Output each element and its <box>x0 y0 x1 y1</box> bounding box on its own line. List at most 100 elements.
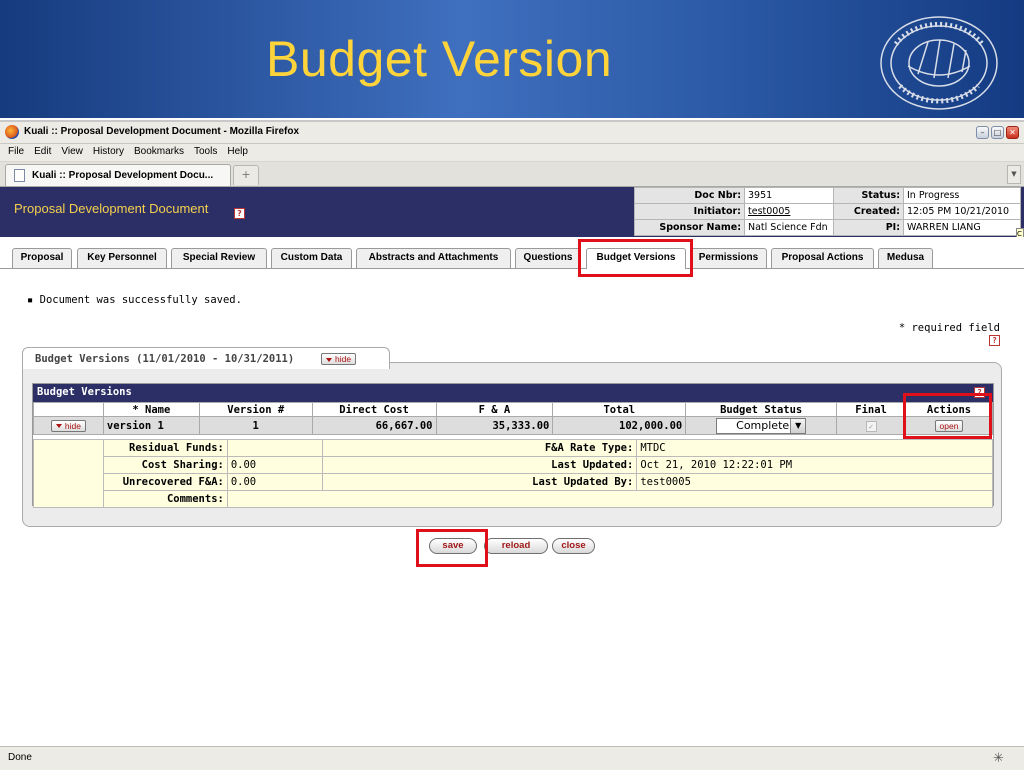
menu-file[interactable]: File <box>4 144 30 161</box>
col-fa: F & A <box>435 402 554 417</box>
required-field-text: * required field <box>898 322 1000 334</box>
created-value: 12:05 PM 10/21/2010 <box>903 203 1021 220</box>
new-tab-button[interactable]: + <box>233 165 259 185</box>
comments-value <box>226 490 994 508</box>
required-help-icon[interactable]: ? <box>989 335 1000 346</box>
rate-type-value: MTDC <box>636 439 993 457</box>
status-value: In Progress <box>903 187 1021 204</box>
slide-header: Budget Version <box>0 0 1024 118</box>
last-updated-by-label: Last Updated By: <box>321 473 638 491</box>
comments-label: Comments: <box>102 490 228 508</box>
col-final: Final <box>836 402 907 417</box>
row-hide-button[interactable]: hide <box>50 419 86 432</box>
col-name: * Name <box>102 402 200 417</box>
pi-value: WARREN LIANG <box>903 219 1021 236</box>
sponsor-label: Sponsor Name: <box>634 219 745 236</box>
required-field-note: * required field ? <box>899 322 1000 346</box>
tab-key-personnel[interactable]: Key Personnel <box>77 248 167 268</box>
table-header-row: * Name Version # Direct Cost F & A Total… <box>33 402 993 417</box>
budget-versions-table-container: Budget Versions ? * Name Version # Direc… <box>32 383 994 508</box>
status-label: Status: <box>833 187 904 204</box>
unrecovered-value: 0.00 <box>226 473 323 491</box>
row-hide-label: hide <box>64 420 81 431</box>
menu-history[interactable]: History <box>89 144 130 161</box>
col-budget-status: Budget Status <box>685 402 838 417</box>
budget-status-select[interactable]: Complete ▼ <box>716 417 807 434</box>
direct-cost: 66,667.00 <box>311 416 437 435</box>
tab-custom-data[interactable]: Custom Data <box>271 248 352 268</box>
inner-header: Budget Versions ? <box>33 384 993 402</box>
residual-funds-value <box>226 439 323 457</box>
initiator-link[interactable]: test0005 <box>748 206 790 217</box>
tab-abstracts-attachments[interactable]: Abstracts and Attachments <box>356 248 511 268</box>
close-window-icon[interactable]: ✕ <box>1006 126 1019 139</box>
menu-help[interactable]: Help <box>223 144 254 161</box>
cost-sharing-value: 0.00 <box>226 456 323 474</box>
col-total: Total <box>552 402 687 417</box>
version-number: 1 <box>198 416 313 435</box>
browser-tab-kuali[interactable]: Kuali :: Proposal Development Docu... <box>5 164 231 186</box>
panel-hide-button[interactable]: hide <box>321 353 357 365</box>
menu-bookmarks[interactable]: Bookmarks <box>130 144 190 161</box>
rate-type-label: F&A Rate Type: <box>321 439 638 457</box>
page-icon <box>14 169 25 182</box>
tab-proposal[interactable]: Proposal <box>12 248 72 268</box>
budget-status-value: Complete <box>736 418 790 432</box>
panel-tab: Budget Versions (11/01/2010 - 10/31/2011… <box>22 347 390 369</box>
tab-list-chevron-icon[interactable]: ▼ <box>1007 165 1021 184</box>
status-text: Done <box>8 752 32 763</box>
budget-versions-table: * Name Version # Direct Cost F & A Total… <box>33 402 993 435</box>
table-row: hide version 1 1 66,667.00 35,333.00 102… <box>33 416 993 435</box>
version-name: version 1 <box>102 416 200 435</box>
tab-questions[interactable]: Questions <box>515 248 581 268</box>
last-updated-by-value: test0005 <box>636 473 993 491</box>
tab-proposal-actions[interactable]: Proposal Actions <box>771 248 874 268</box>
browser-tab-bar: Kuali :: Proposal Development Docu... + … <box>0 162 1024 187</box>
highlight-budget-versions-tab <box>578 239 693 277</box>
panel-hide-label: hide <box>335 354 352 364</box>
final-checkbox[interactable]: ✓ <box>865 420 877 432</box>
highlight-save-button <box>416 529 488 567</box>
doc-nbr-value: 3951 <box>744 187 834 204</box>
col-version: Version # <box>198 402 313 417</box>
highlight-actions-column <box>903 393 992 439</box>
document-tabs: Proposal Key Personnel Special Review Cu… <box>0 237 1024 269</box>
pi-label: PI: <box>833 219 904 236</box>
unrecovered-label: Unrecovered F&A: <box>102 473 228 491</box>
browser-tab-label: Kuali :: Proposal Development Docu... <box>32 170 214 181</box>
document-title: Proposal Development Document <box>14 201 209 216</box>
panel-tab-title: Budget Versions (11/01/2010 - 10/31/2011… <box>35 353 295 365</box>
tab-special-review[interactable]: Special Review <box>171 248 267 268</box>
menu-edit[interactable]: Edit <box>30 144 57 161</box>
maximize-icon[interactable]: □ <box>991 126 1004 139</box>
browser-window: Kuali :: Proposal Development Document -… <box>0 120 1024 770</box>
doc-nbr-label: Doc Nbr: <box>634 187 745 204</box>
minimize-icon[interactable]: – <box>976 126 989 139</box>
firefox-icon <box>5 125 19 139</box>
reload-button[interactable]: reload <box>484 538 548 554</box>
success-message-text: Document was successfully saved. <box>39 294 242 306</box>
inner-title: Budget Versions <box>37 386 132 398</box>
document-info-table: Doc Nbr: 3951 Status: In Progress Initia… <box>634 187 1021 236</box>
university-seal-logo <box>880 16 998 110</box>
budget-details-table: Residual Funds: F&A Rate Type: MTDC Cost… <box>33 439 994 508</box>
created-label: Created: <box>833 203 904 220</box>
status-bar: Done ✳ <box>0 746 1024 770</box>
tab-medusa[interactable]: Medusa <box>878 248 933 268</box>
col-direct-cost: Direct Cost <box>311 402 437 417</box>
help-icon[interactable]: ? <box>234 208 245 219</box>
chevron-down-icon: ▼ <box>790 418 806 433</box>
fa-cost: 35,333.00 <box>435 416 554 435</box>
triangle-down-icon <box>326 357 332 362</box>
window-title: Kuali :: Proposal Development Document -… <box>24 126 300 137</box>
menu-tools[interactable]: Tools <box>190 144 223 161</box>
menu-bar: File Edit View History Bookmarks Tools H… <box>0 144 1024 162</box>
close-button[interactable]: close <box>552 538 595 554</box>
tab-permissions[interactable]: Permissions <box>690 248 767 268</box>
status-gear-icon: ✳ <box>993 751 1004 766</box>
initiator-label: Initiator: <box>634 203 745 220</box>
window-titlebar: Kuali :: Proposal Development Document -… <box>0 122 1024 144</box>
menu-view[interactable]: View <box>57 144 89 161</box>
sponsor-value: Natl Science Fdn <box>744 219 834 236</box>
slide-title: Budget Version <box>266 31 613 87</box>
